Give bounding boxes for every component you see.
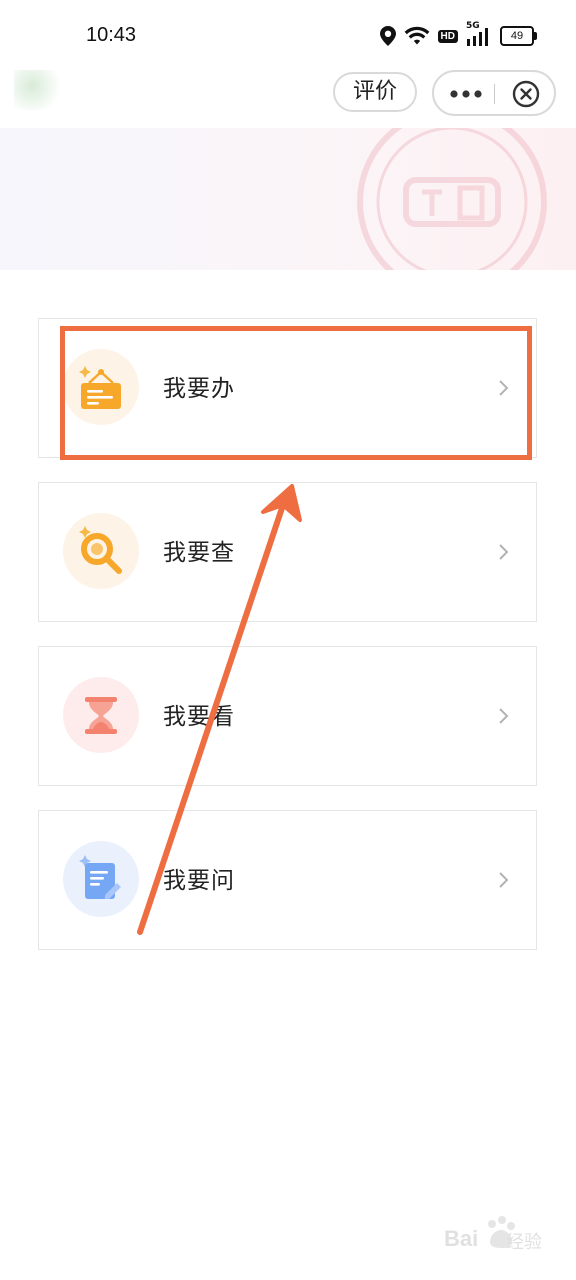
location-icon (379, 26, 396, 46)
menu-item-query[interactable]: 我要查 (38, 482, 537, 622)
menu-label: 我要办 (163, 376, 235, 402)
status-icons: HD 5G 49 (379, 21, 537, 48)
chevron-right-icon (499, 544, 509, 560)
close-circle-icon[interactable] (512, 80, 540, 108)
chevron-right-icon (499, 872, 509, 888)
signal-icon (467, 28, 488, 46)
signboard-icon (79, 366, 121, 409)
menu-icon-bg (63, 841, 139, 917)
menu-label: 我要看 (163, 704, 235, 730)
menu-label: 我要问 (163, 868, 235, 894)
menu-item-handle[interactable]: 我要办 (38, 318, 537, 458)
wifi-icon (404, 26, 429, 45)
menu-item-view[interactable]: 我要看 (38, 646, 537, 786)
hourglass-icon (85, 697, 117, 734)
nav-bar: 评价 (0, 64, 576, 124)
hd-badge: HD (437, 29, 458, 43)
app-logo (14, 70, 74, 110)
watermark-brand: Bai (444, 1226, 479, 1251)
battery-indicator: 49 (500, 26, 537, 46)
notepad-icon (79, 855, 121, 899)
more-dots-icon[interactable] (448, 84, 488, 104)
menu-icon-bg (63, 513, 139, 589)
emblem-watermark-icon (357, 128, 547, 270)
menu-icon-bg (63, 677, 139, 753)
menu-capsule (432, 70, 556, 116)
header-banner (0, 128, 576, 270)
signal-group: 5G (466, 21, 492, 47)
magnifier-icon (79, 526, 122, 574)
baidu-watermark: Bai 经验 (444, 1214, 554, 1258)
menu-item-ask[interactable]: 我要问 (38, 810, 537, 950)
capsule-divider (494, 84, 495, 104)
chevron-right-icon (499, 380, 509, 396)
chevron-right-icon (499, 708, 509, 724)
rate-button[interactable]: 评价 (333, 72, 417, 112)
menu-label: 我要查 (163, 540, 235, 566)
status-time: 10:43 (86, 24, 137, 46)
status-bar: 10:43 HD 5G 49 (0, 0, 576, 72)
menu-icon-bg (63, 349, 139, 425)
watermark-sub: 经验 (506, 1232, 542, 1253)
